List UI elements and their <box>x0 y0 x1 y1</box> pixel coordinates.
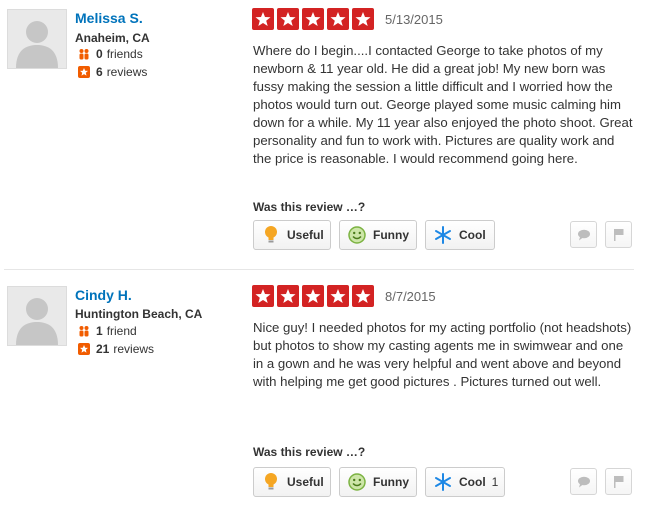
star-icon <box>302 285 324 307</box>
friends-icon <box>78 48 90 60</box>
star-icon <box>277 285 299 307</box>
star-icon <box>302 8 324 30</box>
speech-bubble-icon <box>577 229 590 240</box>
flag-button[interactable] <box>605 468 632 495</box>
cool-button[interactable]: Cool 1 <box>425 467 505 497</box>
speech-bubble-icon <box>577 476 590 487</box>
friends-count: 1 friend <box>78 324 137 338</box>
review-date: 8/7/2015 <box>385 289 436 304</box>
helpful-prompt: Was this review …? <box>253 445 366 459</box>
smiley-icon <box>347 225 367 245</box>
friends-count: 0 friends <box>78 47 143 61</box>
star-rating <box>252 285 377 307</box>
useful-button[interactable]: Useful <box>253 220 331 250</box>
snowflake-icon <box>433 472 453 492</box>
star-icon <box>252 8 274 30</box>
friends-icon <box>78 325 90 337</box>
user-location: Huntington Beach, CA <box>75 307 203 321</box>
star-icon <box>252 285 274 307</box>
flag-icon <box>613 475 623 488</box>
useful-button[interactable]: Useful <box>253 467 331 497</box>
review-star-icon <box>78 66 90 78</box>
review-item: Melissa S. Anaheim, CA 0 friends 6 revie… <box>0 0 647 268</box>
lightbulb-icon <box>261 472 281 492</box>
star-icon <box>327 285 349 307</box>
star-rating <box>252 8 377 30</box>
flag-icon <box>613 228 623 241</box>
avatar[interactable] <box>7 9 67 69</box>
review-star-icon <box>78 343 90 355</box>
reviews-count: 21 reviews <box>78 342 154 356</box>
helpful-prompt: Was this review …? <box>253 200 366 214</box>
user-name[interactable]: Melissa S. <box>75 10 143 26</box>
star-icon <box>277 8 299 30</box>
user-name[interactable]: Cindy H. <box>75 287 132 303</box>
default-user-icon <box>16 298 58 345</box>
default-user-icon <box>16 21 58 68</box>
reviews-count: 6 reviews <box>78 65 147 79</box>
snowflake-icon <box>433 225 453 245</box>
user-location: Anaheim, CA <box>75 31 150 45</box>
review-text: Where do I begin....I contacted George t… <box>253 43 633 166</box>
compliment-button[interactable] <box>570 468 597 495</box>
smiley-icon <box>347 472 367 492</box>
cool-count: 1 <box>491 475 499 489</box>
flag-button[interactable] <box>605 221 632 248</box>
review-date: 5/13/2015 <box>385 12 443 27</box>
avatar[interactable] <box>7 286 67 346</box>
review-item: Cindy H. Huntington Beach, CA 1 friend 2… <box>0 268 647 516</box>
star-icon <box>352 8 374 30</box>
star-icon <box>352 285 374 307</box>
cool-button[interactable]: Cool <box>425 220 495 250</box>
review-text: Nice guy! I needed photos for my acting … <box>253 320 632 389</box>
funny-button[interactable]: Funny <box>339 220 417 250</box>
compliment-button[interactable] <box>570 221 597 248</box>
lightbulb-icon <box>261 225 281 245</box>
star-icon <box>327 8 349 30</box>
funny-button[interactable]: Funny <box>339 467 417 497</box>
